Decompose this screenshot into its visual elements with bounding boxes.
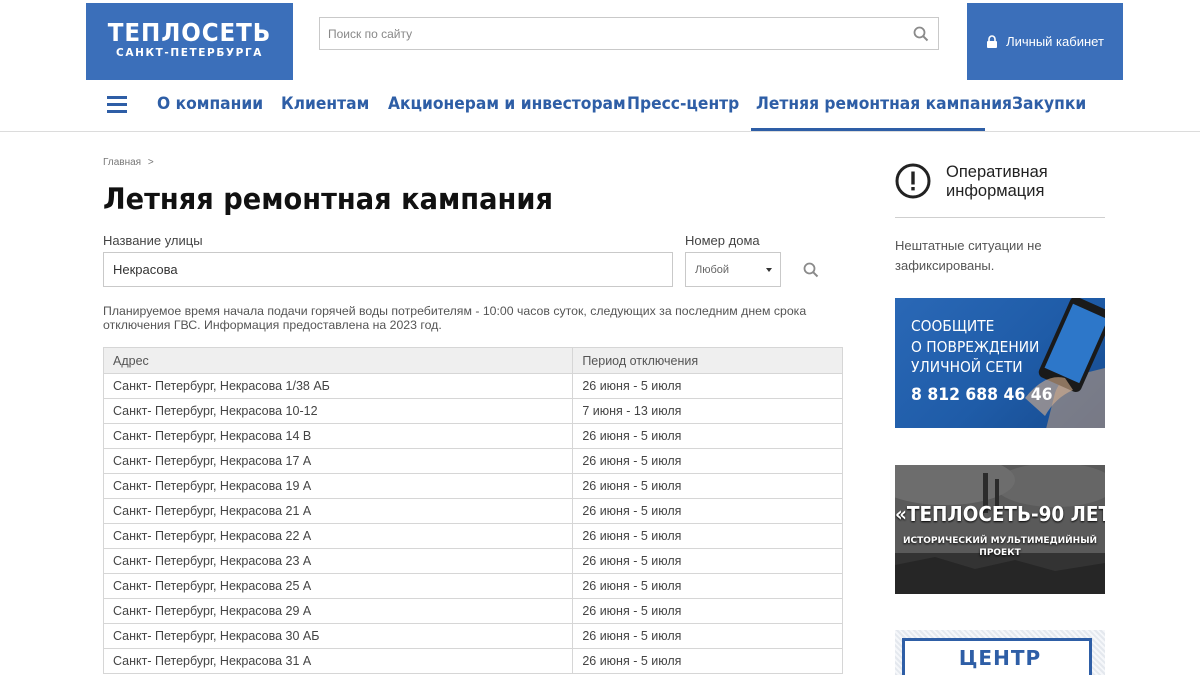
table-row: Санкт- Петербург, Некрасова 22 А 26 июня … [102,523,843,549]
table-row: Санкт- Петербург, Некрасова 14 В 26 июня … [102,423,843,449]
schedule-note: Планируемое время начала подачи горячей … [103,304,807,333]
teploset-90-subtitle-line1: ИСТОРИЧЕСКИЙ МУЛЬТИМЕДИЙНЫЙ [902,536,1098,546]
site-header: ТЕПЛОСЕТЬ САНКТ-ПЕТЕРБУРГА Личный кабине… [0,0,1200,132]
table-row: Санкт- Петербург, Некрасова 30 АБ 26 июня… [102,623,843,649]
nav-item-press[interactable]: Пресс-центр [627,94,739,113]
report-damage-text: Сообщите о повреждении уличной сети [911,316,1039,378]
table-header-row: Адрес Период отключения [102,347,843,374]
period-cell: 26 июня - 5 июля [572,523,843,549]
teploset-90-banner[interactable]: «ТЕПЛОСЕТЬ-90 ЛЕТ» ИСТОРИЧЕСКИЙ МУЛЬТИМЕ… [895,465,1105,594]
house-label: Номер дома [685,233,760,248]
period-cell: 26 июня - 5 июля [572,473,843,499]
nav-item-repair-campaign[interactable]: Летняя ремонтная кампания [756,94,1012,113]
table-row: Санкт- Петербург, Некрасова 19 А 26 июня … [102,473,843,499]
address-cell: Санкт- Петербург, Некрасова 1/38 АБ [102,373,574,399]
main-nav: О компании Клиентам Акционерам и инвесто… [0,80,1200,131]
center-banner[interactable]: ЦЕНТР [895,630,1105,675]
nav-item-clients[interactable]: Клиентам [281,94,369,113]
table-row: Санкт- Петербург, Некрасова 1/38 АБ 26 ию… [102,373,843,399]
table-row: Санкт- Петербург, Некрасова 25 А 26 июня … [102,573,843,599]
address-cell: Санкт- Петербург, Некрасова 10-12 [102,398,574,424]
period-cell: 26 июня - 5 июля [572,548,843,574]
period-cell: 7 июня - 13 июля [572,398,843,424]
address-cell: Санкт- Петербург, Некрасова 22 А [102,523,574,549]
table-row: Санкт- Петербург, Некрасова 31 А 26 июня … [102,648,843,674]
operational-info-title-line2: информация [946,182,1045,201]
personal-account-button[interactable]: Личный кабинет [967,3,1123,80]
breadcrumb: Главная > [103,157,154,168]
search-icon[interactable] [913,26,929,42]
lock-icon [987,35,998,48]
house-select-value: Любой [695,264,730,276]
breadcrumb-home[interactable]: Главная [103,157,141,168]
industrial-photo-illustration [895,465,1105,594]
table-row: Санкт- Петербург, Некрасова 29 А 26 июня … [102,598,843,624]
address-cell: Санкт- Петербург, Некрасова 25 А [102,573,574,599]
street-label: Название улицы [103,233,203,248]
table-row: Санкт- Петербург, Некрасова 21 А 26 июня … [102,498,843,524]
exclamation-circle-icon [895,163,931,199]
period-cell: 26 июня - 5 июля [572,648,843,674]
nav-item-company[interactable]: О компании [157,94,263,113]
site-search [319,17,939,50]
column-header-period: Период отключения [572,347,843,374]
address-cell: Санкт- Петербург, Некрасова 29 А [102,598,574,624]
report-damage-banner[interactable]: Сообщите о повреждении уличной сети 8 81… [895,298,1105,428]
logo-title: ТЕПЛОСЕТЬ [107,18,272,47]
outage-table: Адрес Период отключения Санкт- Петербург… [102,347,843,674]
teploset-90-subtitle-line2: ПРОЕКТ [979,548,1021,559]
address-cell: Санкт- Петербург, Некрасова 23 А [102,548,574,574]
active-nav-indicator [751,128,985,131]
period-cell: 26 июня - 5 июля [572,448,843,474]
table-row: Санкт- Петербург, Некрасова 10-12 7 июня … [102,398,843,424]
breadcrumb-separator: > [147,157,154,168]
search-input[interactable] [320,18,908,49]
house-select[interactable]: Любой [685,252,781,287]
caret-down-icon [766,268,772,272]
address-cell: Санкт- Петербург, Некрасова 14 В [102,423,574,449]
site-logo[interactable]: ТЕПЛОСЕТЬ САНКТ-ПЕТЕРБУРГА [86,3,293,80]
period-cell: 26 июня - 5 июля [572,423,843,449]
operational-info-text: Нештатные ситуации не зафиксированы. [895,238,1042,273]
teploset-90-subtitle: ИСТОРИЧЕСКИЙ МУЛЬТИМЕДИЙНЫЙ ПРОЕКТ [895,535,1105,559]
operational-info-header: Оперативная информация [895,160,1105,218]
period-cell: 26 июня - 5 июля [572,623,843,649]
period-cell: 26 июня - 5 июля [572,573,843,599]
street-input[interactable] [103,252,673,287]
period-cell: 26 июня - 5 июля [572,373,843,399]
search-icon[interactable] [803,262,819,278]
address-cell: Санкт- Петербург, Некрасова 17 А [102,448,574,474]
table-row: Санкт- Петербург, Некрасова 23 А 26 июня … [102,548,843,574]
operational-info-title: Оперативная информация [946,163,1048,202]
address-cell: Санкт- Петербург, Некрасова 31 А [102,648,574,674]
report-damage-line3: уличной сети [911,358,1023,377]
report-damage-line2: о повреждении [911,337,1040,356]
period-cell: 26 июня - 5 июля [572,498,843,524]
report-damage-phone: 8 812 688 46 46 [911,385,1053,405]
page-title: Летняя ремонтная кампания [103,182,553,216]
teploset-90-title: «ТЕПЛОСЕТЬ-90 ЛЕТ» [895,502,1105,526]
table-row: Санкт- Петербург, Некрасова 17 А 26 июня … [102,448,843,474]
menu-icon[interactable] [107,96,127,114]
operational-info-title-line1: Оперативная [946,163,1048,181]
personal-account-label: Личный кабинет [1006,34,1104,49]
logo-subtitle: САНКТ-ПЕТЕРБУРГА [116,47,263,59]
column-header-address: Адрес [102,347,574,374]
address-cell: Санкт- Петербург, Некрасова 30 АБ [102,623,574,649]
address-cell: Санкт- Петербург, Некрасова 19 А [102,473,574,499]
nav-item-procurement[interactable]: Закупки [1012,94,1086,113]
period-cell: 26 июня - 5 июля [572,598,843,624]
center-banner-title: ЦЕНТР [958,646,1042,670]
report-damage-line1: Сообщите [911,317,995,335]
nav-item-investors[interactable]: Акционерам и инвесторам [388,94,626,113]
address-cell: Санкт- Петербург, Некрасова 21 А [102,498,574,524]
